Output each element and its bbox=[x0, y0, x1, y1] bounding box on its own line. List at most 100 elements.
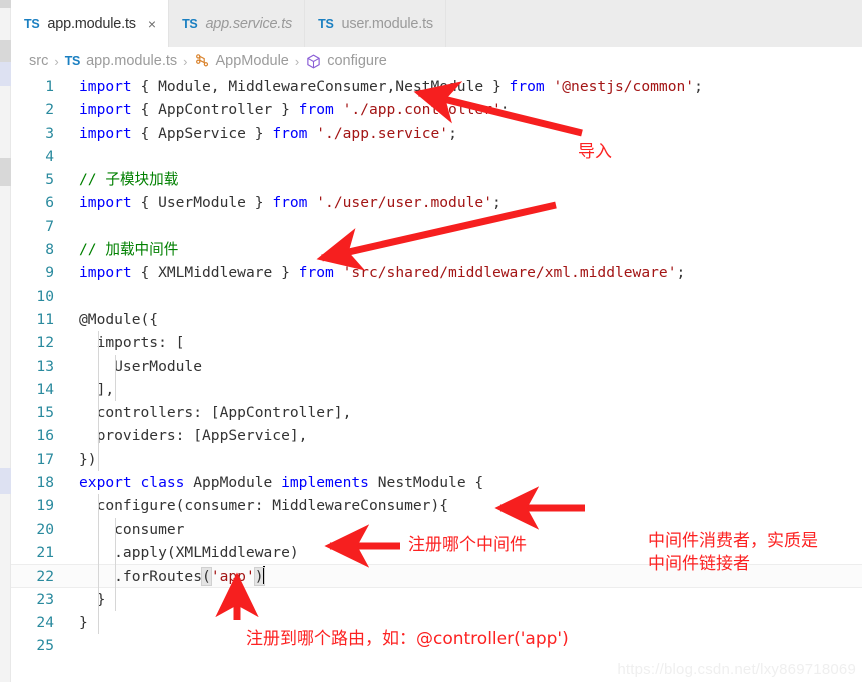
vscode-window: TS app.module.ts × TS app.service.ts TS … bbox=[0, 0, 862, 682]
overview-ruler-strip[interactable] bbox=[0, 0, 11, 682]
breadcrumb-item-src[interactable]: src bbox=[29, 53, 48, 69]
close-icon[interactable]: × bbox=[148, 17, 156, 31]
code-token: providers: [AppService], bbox=[79, 427, 308, 445]
code-line[interactable]: 17}) bbox=[11, 448, 862, 471]
code-line[interactable]: 8 // 加载中间件 bbox=[11, 238, 862, 261]
code-token: from bbox=[272, 124, 308, 142]
code-line[interactable]: 6 import { UserModule } from './user/user… bbox=[11, 191, 862, 214]
code-text: UserModule bbox=[54, 355, 202, 378]
code-line[interactable]: 4 bbox=[11, 145, 862, 168]
code-line[interactable]: 22 .forRoutes('app') bbox=[11, 564, 862, 588]
line-number: 13 bbox=[36, 357, 54, 375]
code-token: ], bbox=[79, 380, 115, 398]
indent-guide bbox=[115, 354, 116, 402]
line-number: 16 bbox=[36, 427, 54, 445]
indent-guide bbox=[98, 494, 99, 635]
line-number: 8 bbox=[45, 241, 54, 259]
line-number: 15 bbox=[36, 404, 54, 422]
code-text: import { AppController } from './app.con… bbox=[54, 98, 510, 121]
tab-label: user.module.ts bbox=[341, 15, 433, 32]
code-token: import bbox=[79, 194, 132, 212]
code-text: import { Module, MiddlewareConsumer,Nest… bbox=[54, 75, 703, 98]
tab-app-service-ts[interactable]: TS app.service.ts bbox=[169, 0, 306, 47]
code-line[interactable]: 14 ], bbox=[11, 378, 862, 401]
code-line[interactable]: 7 bbox=[11, 215, 862, 238]
code-text: import { UserModule } from './user/user.… bbox=[54, 191, 501, 214]
code-text: // 子模块加载 bbox=[54, 168, 178, 191]
code-line[interactable]: 19 configure(consumer: MiddlewareConsume… bbox=[11, 494, 862, 517]
code-line[interactable]: 3 import { AppService } from './app.servi… bbox=[11, 122, 862, 145]
typescript-file-icon: TS bbox=[182, 16, 198, 31]
code-line[interactable]: 23 } bbox=[11, 588, 862, 611]
code-text: import { AppService } from './app.servic… bbox=[54, 122, 457, 145]
code-token: }) bbox=[79, 450, 97, 468]
code-text: @Module({ bbox=[54, 308, 158, 331]
code-token: import bbox=[79, 101, 132, 119]
code-line[interactable]: 13 UserModule bbox=[11, 355, 862, 378]
code-line[interactable]: 12 imports: [ bbox=[11, 331, 862, 354]
code-line[interactable]: 24} bbox=[11, 611, 862, 634]
indent-guide bbox=[98, 331, 99, 472]
code-token: controllers: [AppController], bbox=[79, 404, 352, 422]
tab-label: app.module.ts bbox=[47, 15, 136, 32]
code-line[interactable]: 15 controllers: [AppController], bbox=[11, 401, 862, 424]
code-line[interactable]: 11 @Module({ bbox=[11, 308, 862, 331]
code-text: }) bbox=[54, 448, 97, 471]
line-number: 17 bbox=[36, 450, 54, 468]
code-token: import bbox=[79, 124, 132, 142]
line-number: 23 bbox=[36, 590, 54, 608]
code-token: .apply(XMLMiddleware) bbox=[79, 543, 299, 561]
breadcrumb-item-configure[interactable]: configure bbox=[327, 53, 387, 69]
code-token: ; bbox=[448, 124, 457, 142]
code-line[interactable]: 18 export class AppModule implements Nest… bbox=[11, 471, 862, 494]
line-number: 22 bbox=[36, 568, 54, 586]
line-number: 9 bbox=[45, 264, 54, 282]
breadcrumb-item-appmodule[interactable]: AppModule bbox=[216, 53, 289, 69]
code-token: // 子模块加载 bbox=[79, 171, 179, 189]
code-editor[interactable]: 1 import { Module, MiddlewareConsumer,Nes… bbox=[11, 75, 862, 682]
line-number: 25 bbox=[36, 637, 54, 655]
line-number: 14 bbox=[36, 380, 54, 398]
code-line[interactable]: 9 import { XMLMiddleware } from 'src/shar… bbox=[11, 261, 862, 284]
line-number: 1 bbox=[45, 78, 54, 95]
ruler-segment bbox=[0, 62, 11, 86]
ruler-segment bbox=[0, 0, 11, 8]
code-line[interactable]: 1 import { Module, MiddlewareConsumer,Nes… bbox=[11, 75, 862, 98]
typescript-file-icon: TS bbox=[64, 54, 81, 68]
code-token: import bbox=[79, 264, 132, 282]
code-token: ; bbox=[500, 101, 510, 119]
code-line[interactable]: 16 providers: [AppService], bbox=[11, 424, 862, 447]
code-line[interactable]: 5 // 子模块加载 bbox=[11, 168, 862, 191]
code-token: 'src/shared/middleware/xml.middleware' bbox=[342, 264, 677, 282]
code-token: { XMLMiddleware } bbox=[131, 264, 299, 282]
code-line[interactable]: 25 bbox=[11, 634, 862, 657]
code-token: from bbox=[509, 78, 545, 95]
ruler-segment bbox=[0, 158, 11, 186]
code-token: imports: [ bbox=[79, 334, 185, 352]
code-token: './user/user.module' bbox=[316, 194, 492, 212]
code-token: './app.controller' bbox=[342, 101, 501, 119]
code-token: @Module({ bbox=[79, 310, 159, 328]
code-line[interactable]: 2 import { AppController } from './app.co… bbox=[11, 98, 862, 121]
code-token: from bbox=[272, 194, 308, 212]
code-line[interactable]: 20 consumer bbox=[11, 518, 862, 541]
code-text: consumer bbox=[54, 518, 184, 541]
code-text: .forRoutes('app') bbox=[54, 565, 265, 588]
code-line[interactable]: 10 bbox=[11, 285, 862, 308]
indent-guide bbox=[115, 517, 116, 611]
tab-user-module-ts[interactable]: TS user.module.ts bbox=[305, 0, 446, 47]
code-token: ; bbox=[694, 78, 703, 95]
tab-app-module-ts[interactable]: TS app.module.ts × bbox=[11, 0, 170, 47]
code-text: .apply(XMLMiddleware) bbox=[54, 541, 299, 564]
code-token: implements bbox=[281, 474, 369, 492]
line-number: 20 bbox=[36, 520, 54, 538]
code-token: configure(consumer: MiddlewareConsumer){ bbox=[79, 497, 449, 515]
line-number: 12 bbox=[36, 334, 54, 352]
code-line[interactable]: 21 .apply(XMLMiddleware) bbox=[11, 541, 862, 564]
code-token: { AppService } bbox=[131, 124, 273, 142]
breadcrumb-item-app-module-ts[interactable]: app.module.ts bbox=[86, 53, 177, 69]
